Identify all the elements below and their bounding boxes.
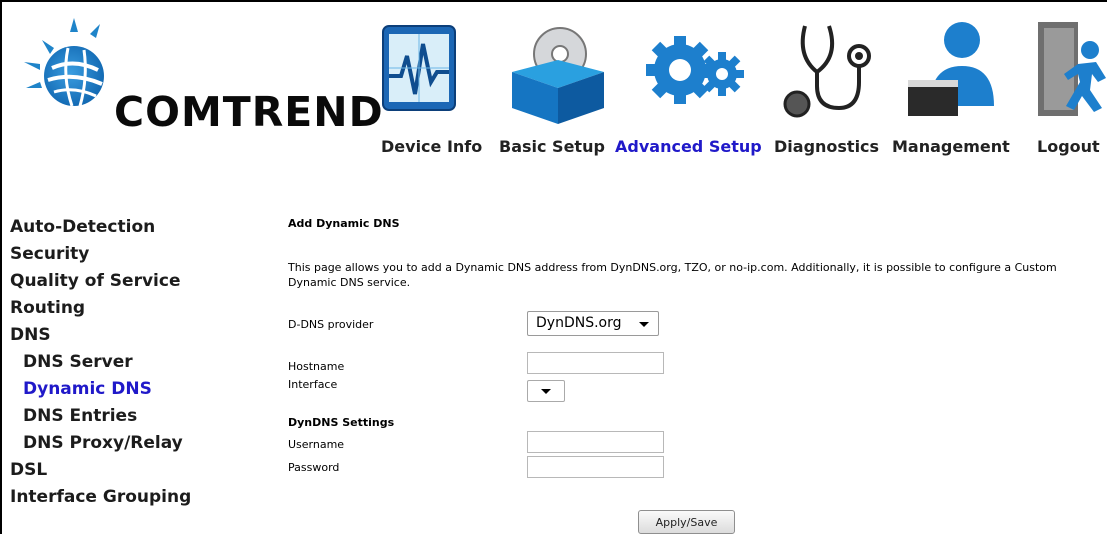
chevron-down-icon — [639, 322, 649, 327]
password-input[interactable] — [527, 456, 664, 478]
provider-label: D-DNS provider — [288, 318, 374, 331]
username-label: Username — [288, 438, 345, 451]
hostname-label: Hostname — [288, 360, 345, 373]
header: COMTREND Device Info Basic Setup Advance… — [2, 2, 1107, 182]
basic-setup-icon[interactable] — [502, 16, 604, 126]
sidebar-item-security[interactable]: Security — [10, 241, 220, 268]
username-input[interactable] — [527, 431, 664, 453]
sidebar-item-dns-entries[interactable]: DNS Entries — [10, 403, 220, 430]
sidebar-item-dynamic-dns[interactable]: Dynamic DNS — [10, 376, 220, 403]
password-label: Password — [288, 461, 340, 474]
diagnostics-icon[interactable] — [775, 16, 871, 126]
sidebar-item-quality-of-service[interactable]: Quality of Service — [10, 268, 220, 295]
interface-label: Interface — [288, 378, 338, 391]
provider-select-value: DynDNS.org — [536, 315, 622, 331]
interface-select[interactable] — [527, 380, 565, 402]
dyndns-settings-heading: DynDNS Settings — [288, 416, 395, 429]
nav-management[interactable]: Management — [892, 137, 1010, 156]
logout-icon[interactable] — [1032, 16, 1107, 126]
advanced-setup-icon[interactable] — [640, 16, 744, 126]
nav-advanced-setup[interactable]: Advanced Setup — [615, 137, 762, 156]
sidebar-item-dns[interactable]: DNS — [10, 322, 220, 349]
sidebar-item-dsl[interactable]: DSL — [10, 457, 220, 484]
sidebar: Auto-Detection Security Quality of Servi… — [10, 214, 220, 511]
comtrend-globe-icon — [24, 18, 104, 107]
device-info-icon[interactable] — [375, 16, 465, 126]
nav-device-info[interactable]: Device Info — [381, 137, 482, 156]
sidebar-item-routing[interactable]: Routing — [10, 295, 220, 322]
nav-logout[interactable]: Logout — [1037, 137, 1100, 156]
sidebar-item-dns-server[interactable]: DNS Server — [10, 349, 220, 376]
management-icon[interactable] — [900, 16, 994, 126]
comtrend-logo: COMTREND — [22, 18, 383, 136]
apply-save-button[interactable]: Apply/Save — [638, 510, 735, 534]
page-title: Add Dynamic DNS — [288, 217, 400, 230]
hostname-input[interactable] — [527, 352, 664, 374]
nav-diagnostics[interactable]: Diagnostics — [774, 137, 879, 156]
page-description: This page allows you to add a Dynamic DN… — [288, 261, 1057, 289]
chevron-down-icon — [541, 389, 551, 394]
nav-basic-setup[interactable]: Basic Setup — [499, 137, 605, 156]
sidebar-item-interface-grouping[interactable]: Interface Grouping — [10, 484, 220, 511]
main-content: Add Dynamic DNS This page allows you to … — [232, 200, 1107, 534]
brand-name: COMTREND — [114, 88, 384, 136]
sidebar-item-auto-detection[interactable]: Auto-Detection — [10, 214, 220, 241]
sidebar-item-dns-proxy-relay[interactable]: DNS Proxy/Relay — [10, 430, 220, 457]
provider-select[interactable]: DynDNS.org — [527, 311, 659, 336]
